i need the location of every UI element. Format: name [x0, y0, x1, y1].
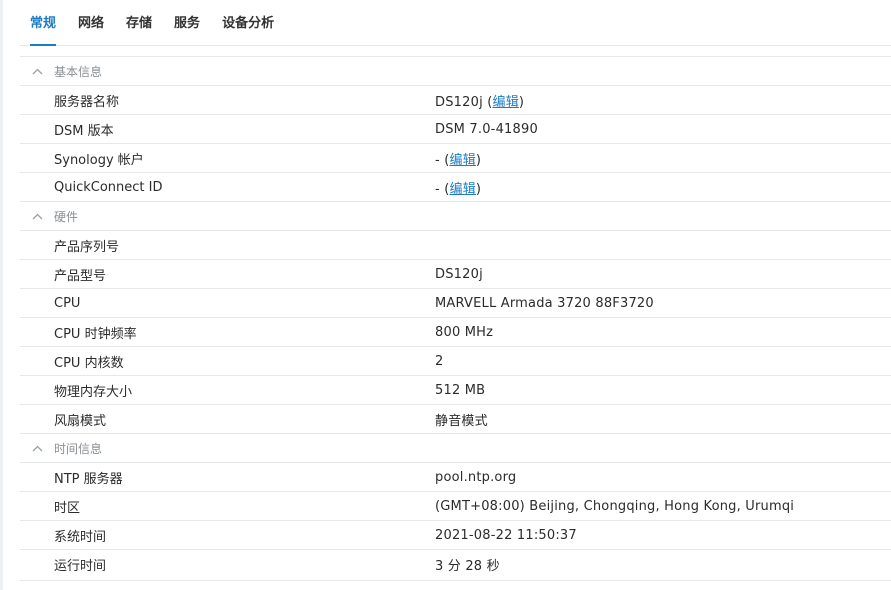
chevron-up-icon — [20, 213, 54, 220]
row-value: 512 MB — [435, 382, 486, 398]
tab-device-analytics[interactable]: 设备分析 — [212, 0, 286, 45]
info-row-serial-number: 产品序列号 — [20, 230, 891, 259]
info-row-memory: 物理内存大小 512 MB — [20, 375, 891, 404]
row-value: 800 MHz — [435, 324, 494, 340]
info-row-model: 产品型号 DS120j — [20, 259, 891, 288]
bottom-divider — [20, 580, 891, 581]
info-row-uptime: 运行时间 3 分 28 秒 — [20, 549, 891, 578]
section-title: 时间信息 — [54, 441, 103, 456]
row-label: 风扇模式 — [54, 413, 107, 429]
info-row-dsm-version: DSM 版本 DSM 7.0-41890 — [20, 114, 891, 143]
info-content: 基本信息 服务器名称 DS120j (编辑) DSM 版本 DSM 7.0-41… — [20, 56, 891, 578]
info-center-window: 常规 网络 存储 服务 设备分析 基本信息 服务器名称 DS120j (编辑) … — [0, 0, 891, 590]
info-row-server-name: 服务器名称 DS120j (编辑) — [20, 85, 891, 114]
row-value: DS120j — [435, 266, 483, 282]
info-row-timezone: 时区 (GMT+08:00) Beijing, Chongqing, Hong … — [20, 491, 891, 520]
row-value: DS120j (编辑) — [435, 94, 525, 110]
row-value: - (编辑) — [435, 152, 482, 168]
section-header-basic-info[interactable]: 基本信息 — [20, 56, 891, 85]
info-row-synology-account: Synology 帐户 - (编辑) — [20, 143, 891, 172]
row-value: - (编辑) — [435, 181, 482, 197]
info-row-fan-mode: 风扇模式 静音模式 — [20, 404, 891, 433]
tab-network[interactable]: 网络 — [68, 0, 116, 45]
row-label: CPU 时钟频率 — [54, 326, 137, 342]
row-label: QuickConnect ID — [54, 179, 163, 195]
section-header-hardware[interactable]: 硬件 — [20, 201, 891, 230]
row-value: 3 分 28 秒 — [435, 558, 500, 574]
info-row-ntp-server: NTP 服务器 pool.ntp.org — [20, 462, 891, 491]
row-label: CPU — [54, 295, 81, 311]
row-label: 产品型号 — [54, 268, 107, 284]
synology-account-value: - — [435, 152, 440, 168]
edit-quickconnect-link[interactable]: 编辑 — [450, 182, 476, 197]
tab-services[interactable]: 服务 — [164, 0, 212, 45]
quickconnect-id-value: - — [435, 181, 440, 197]
section-title: 硬件 — [54, 209, 79, 224]
row-label: CPU 内核数 — [54, 355, 124, 371]
info-row-cpu-clock: CPU 时钟频率 800 MHz — [20, 317, 891, 346]
chevron-up-icon — [20, 68, 54, 75]
section-title: 基本信息 — [54, 64, 103, 79]
row-label: 物理内存大小 — [54, 384, 133, 400]
row-label: Synology 帐户 — [54, 152, 144, 168]
tab-storage[interactable]: 存储 — [116, 0, 164, 45]
info-row-quickconnect-id: QuickConnect ID - (编辑) — [20, 172, 891, 201]
row-value: 2021-08-22 11:50:37 — [435, 527, 577, 543]
server-name-value: DS120j — [435, 94, 483, 110]
row-label: 服务器名称 — [54, 94, 120, 110]
row-value: 2 — [435, 353, 444, 369]
tab-bar: 常规 网络 存储 服务 设备分析 — [20, 0, 891, 46]
row-value: MARVELL Armada 3720 88F3720 — [435, 295, 654, 311]
row-label: 产品序列号 — [54, 239, 120, 255]
edit-server-name-link[interactable]: 编辑 — [493, 95, 519, 110]
row-value: DSM 7.0-41890 — [435, 121, 538, 137]
info-row-cpu-cores: CPU 内核数 2 — [20, 346, 891, 375]
row-label: 时区 — [54, 500, 81, 516]
info-row-system-time: 系统时间 2021-08-22 11:50:37 — [20, 520, 891, 549]
row-label: 系统时间 — [54, 529, 107, 545]
row-label: DSM 版本 — [54, 123, 114, 139]
chevron-up-icon — [20, 445, 54, 452]
info-row-cpu: CPU MARVELL Armada 3720 88F3720 — [20, 288, 891, 317]
tab-general[interactable]: 常规 — [20, 0, 68, 46]
section-header-time-info[interactable]: 时间信息 — [20, 433, 891, 462]
row-value: pool.ntp.org — [435, 469, 517, 485]
row-value: 静音模式 — [435, 413, 488, 429]
row-label: NTP 服务器 — [54, 471, 123, 487]
edit-synology-account-link[interactable]: 编辑 — [450, 153, 476, 168]
row-label: 运行时间 — [54, 558, 107, 574]
row-value: (GMT+08:00) Beijing, Chongqing, Hong Kon… — [435, 498, 795, 514]
